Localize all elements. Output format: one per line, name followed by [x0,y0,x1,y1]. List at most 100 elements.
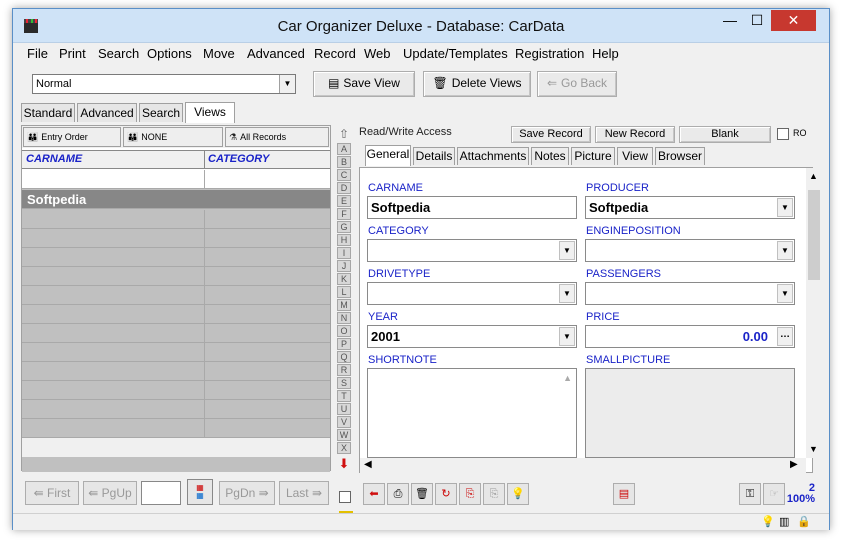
engineposition-select[interactable]: ▼ [585,239,795,262]
table-row[interactable] [22,305,330,324]
report-icon[interactable]: ▤ [613,483,635,505]
carname-field[interactable]: Softpedia [367,196,577,219]
all-records-button[interactable]: ⚗ All Records [225,127,329,147]
alpha-i[interactable]: I [337,247,351,259]
tab-picture[interactable]: Picture [571,147,615,165]
last-button[interactable]: Last ⇛ [279,481,329,505]
view-select[interactable]: Normal ▼ [32,74,296,94]
tab-views[interactable]: Views [185,102,235,123]
menu-advanced[interactable]: Advanced [247,46,305,61]
alpha-n[interactable]: N [337,312,351,324]
menu-search[interactable]: Search [98,46,139,61]
menu-help[interactable]: Help [592,46,619,61]
table-row[interactable] [22,343,330,362]
first-button[interactable]: ⇚ First [25,481,79,505]
key-icon[interactable]: ⚿ [739,483,761,505]
alpha-b[interactable]: B [337,156,351,168]
tab-view[interactable]: View [617,147,653,165]
record-grid[interactable]: Softpedia [22,170,330,472]
alpha-j[interactable]: J [337,260,351,272]
ro-checkbox[interactable] [777,128,789,140]
pgdn-button[interactable]: PgDn ⇛ [219,481,275,505]
menu-record[interactable]: Record [314,46,356,61]
passengers-select[interactable]: ▼ [585,282,795,305]
alpha-v[interactable]: V [337,416,351,428]
alpha-l[interactable]: L [337,286,351,298]
minimize-button[interactable]: — [717,10,743,31]
scroll-thumb[interactable] [808,190,820,280]
drivetype-select[interactable]: ▼ [367,282,577,305]
alpha-s[interactable]: S [337,377,351,389]
print-icon[interactable]: ⎙ [387,483,409,505]
refresh-icon[interactable]: ↻ [435,483,457,505]
menu-web[interactable]: Web [364,46,391,61]
menu-move[interactable]: Move [203,46,235,61]
menu-registration[interactable]: Registration [515,46,584,61]
alpha-a[interactable]: A [337,143,351,155]
table-row[interactable] [22,362,330,381]
table-row[interactable] [22,400,330,419]
close-button[interactable]: ✕ [771,10,816,31]
save-record-button[interactable]: Save Record [511,126,591,143]
year-select[interactable]: 2001 ▼ [367,325,577,348]
tab-notes[interactable]: Notes [531,147,569,165]
form-vertical-scrollbar[interactable]: ▲ ▼ [806,168,822,458]
abc-index-icon[interactable]: ▦ ▦ [187,479,213,505]
multi-select-checkbox[interactable] [339,491,351,503]
tip-lightbulb-icon[interactable]: 💡 [761,515,775,528]
new-record-button[interactable]: New Record [595,126,675,143]
title-bar[interactable]: Car Organizer Deluxe - Database: CarData… [13,9,829,43]
alpha-x[interactable]: X [337,442,351,454]
hand-pointer-icon[interactable]: ☞ [763,483,785,505]
alpha-w[interactable]: W [337,429,351,441]
table-row[interactable] [22,324,330,343]
maximize-button[interactable]: ☐ [744,10,770,31]
column-category[interactable]: CATEGORY [208,153,269,165]
menu-file[interactable]: File [27,46,48,61]
scroll-down-icon[interactable]: ▼ [809,444,818,454]
scroll-left-icon[interactable]: ◀ [364,459,372,470]
tab-standard[interactable]: Standard [21,103,75,122]
paste-record-icon[interactable]: ⎘ [483,483,505,505]
alpha-c[interactable]: C [337,169,351,181]
lightbulb-icon[interactable]: 💡 [507,483,529,505]
table-row[interactable] [22,267,330,286]
table-row[interactable] [22,170,330,189]
price-field[interactable]: 0.00… [585,325,795,348]
table-row[interactable] [22,210,330,229]
tab-attachments[interactable]: Attachments [457,147,529,165]
shortnote-textarea[interactable]: ▲ [367,368,577,458]
delete-views-button[interactable]: 🗑 Delete Views [423,71,531,97]
tab-general[interactable]: General [365,145,411,166]
trash-icon[interactable]: 🗑 [411,483,433,505]
scroll-up-icon[interactable]: ▲ [809,171,818,181]
alpha-m[interactable]: M [337,299,351,311]
tab-browser[interactable]: Browser [655,147,705,165]
alpha-o[interactable]: O [337,325,351,337]
blank-button[interactable]: Blank [679,126,771,143]
category-select[interactable]: ▼ [367,239,577,262]
go-back-button[interactable]: ⇐ Go Back [537,71,617,97]
alpha-k[interactable]: K [337,273,351,285]
alpha-h[interactable]: H [337,234,351,246]
entry-order-button[interactable]: 👪 Entry Order [23,127,121,147]
scroll-right-icon[interactable]: ▶ [790,459,798,470]
menu-update-templates[interactable]: Update/Templates [403,46,508,61]
table-row[interactable] [22,229,330,248]
tab-search[interactable]: Search [139,103,183,122]
menu-print[interactable]: Print [59,46,86,61]
alpha-g[interactable]: G [337,221,351,233]
alpha-d[interactable]: D [337,182,351,194]
alpha-e[interactable]: E [337,195,351,207]
tab-details[interactable]: Details [413,147,455,165]
more-icon[interactable]: … [777,327,793,346]
producer-select[interactable]: Softpedia ▼ [585,196,795,219]
alpha-r[interactable]: R [337,364,351,376]
up-arrow-icon[interactable]: ⇧ [337,127,351,141]
table-row[interactable] [22,419,330,438]
column-carname[interactable]: CARNAME [26,153,82,165]
small-picture-box[interactable] [585,368,795,458]
back-arrow-icon[interactable]: ⬅ [363,483,385,505]
alpha-u[interactable]: U [337,403,351,415]
form-horizontal-scrollbar[interactable]: ◀ ▶ [360,458,806,474]
